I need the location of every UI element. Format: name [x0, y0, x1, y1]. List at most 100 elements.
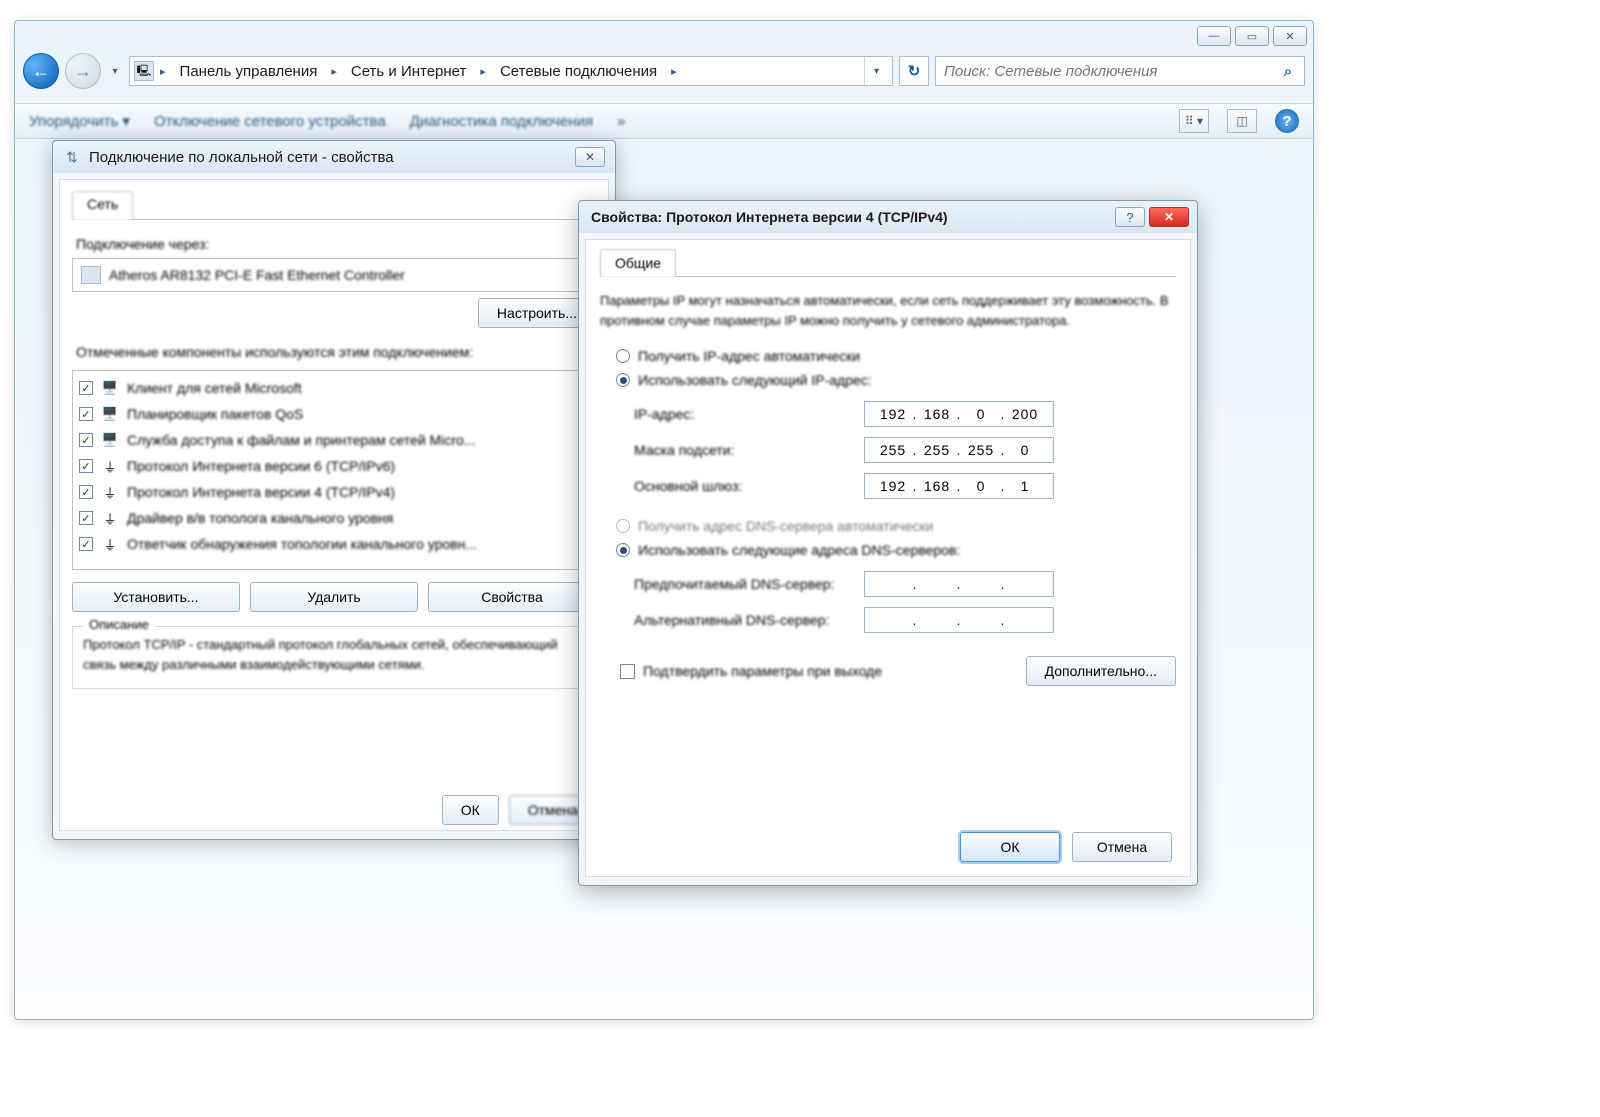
intro-text: Параметры IP могут назначаться автоматич…: [600, 291, 1176, 330]
component-item[interactable]: ✓ ⏚ Ответчик обнаружения топологии канальн…: [79, 531, 589, 557]
minimize-button[interactable]: —: [1197, 26, 1231, 46]
checkbox-icon[interactable]: ✓: [79, 407, 93, 421]
radio-icon: [616, 349, 630, 363]
command-bar: Упорядочить ▾ Отключение сетевого устрой…: [15, 103, 1313, 139]
label-ip-address: IP-адрес:: [634, 406, 864, 422]
ok-button[interactable]: ОК: [960, 832, 1060, 862]
ipv4-properties-dialog: Свойства: Протокол Интернета версии 4 (T…: [578, 200, 1198, 886]
radio-label: Получить IP-адрес автоматически: [638, 348, 860, 364]
breadcrumb-item[interactable]: Сетевые подключения: [492, 63, 665, 80]
close-button[interactable]: ✕: [575, 147, 605, 167]
component-item[interactable]: ✓ 🖥️ Служба доступа к файлам и принтерам с…: [79, 427, 589, 453]
close-button[interactable]: ✕: [1273, 26, 1307, 46]
radio-label: Получить адрес DNS-сервера автоматически: [638, 518, 933, 534]
component-item[interactable]: ✓⏚Протокол Интернета версии 6 (TCP/IPv6): [79, 453, 589, 479]
advanced-button[interactable]: Дополнительно...: [1026, 656, 1176, 686]
maximize-button[interactable]: ▭: [1235, 26, 1269, 46]
component-label: Планировщик пакетов QoS: [127, 406, 303, 422]
component-label: Драйвер в/в тополога канального уровня: [127, 510, 393, 526]
network-icon: ⇅: [63, 148, 81, 166]
tab-general[interactable]: Общие: [600, 249, 676, 277]
input-preferred-dns[interactable]: ...: [864, 571, 1054, 597]
component-item[interactable]: ✓🖥️Клиент для сетей Microsoft: [79, 375, 589, 401]
dialog-body: Общие Параметры IP могут назначаться авт…: [585, 239, 1191, 877]
input-subnet-mask[interactable]: 255.255.255.0: [864, 437, 1054, 463]
chevron-right-icon[interactable]: ▸: [476, 65, 490, 78]
radio-ip-auto[interactable]: Получить IP-адрес автоматически: [616, 348, 1176, 364]
close-button[interactable]: ✕: [1149, 207, 1189, 227]
radio-ip-manual[interactable]: Использовать следующий IP-адрес:: [616, 372, 1176, 388]
cmd-disable-device[interactable]: Отключение сетевого устройства: [154, 113, 386, 130]
help-button[interactable]: ?: [1115, 207, 1145, 227]
cmd-diagnose[interactable]: Диагностика подключения: [410, 113, 593, 130]
breadcrumb-item[interactable]: Панель управления: [172, 63, 326, 80]
checkbox-icon[interactable]: ✓: [79, 433, 93, 447]
radio-icon: [616, 543, 630, 557]
help-icon[interactable]: ?: [1275, 109, 1299, 133]
cmd-overflow[interactable]: »: [617, 113, 625, 130]
description-text: Протокол TCP/IP - стандартный протокол г…: [83, 635, 585, 674]
description-box: Описание Протокол TCP/IP - стандартный п…: [72, 626, 596, 689]
uninstall-button[interactable]: Удалить: [250, 582, 418, 612]
location-icon: 🖳: [134, 61, 154, 81]
component-icon: ⏚: [101, 484, 119, 500]
preview-pane-button[interactable]: ◫: [1227, 109, 1257, 133]
search-icon[interactable]: ⌕: [1278, 61, 1298, 81]
radio-label: Использовать следующие адреса DNS-сервер…: [638, 542, 960, 558]
back-button[interactable]: ←: [23, 53, 59, 89]
tab-strip: Сеть: [72, 190, 596, 220]
dialog-title: Свойства: Протокол Интернета версии 4 (T…: [587, 209, 1115, 225]
chevron-right-icon[interactable]: ▸: [667, 65, 681, 78]
search-input[interactable]: [942, 62, 1278, 81]
component-item[interactable]: ✓🖥️Планировщик пакетов QoS: [79, 401, 589, 427]
component-label: Ответчик обнаружения топологии канальног…: [127, 536, 477, 552]
chevron-right-icon[interactable]: ▸: [156, 65, 170, 78]
component-icon: ⏚: [101, 510, 119, 526]
component-icon: ⏚: [101, 536, 119, 552]
component-icon: ⏚: [101, 458, 119, 474]
radio-icon: [616, 519, 630, 533]
forward-button[interactable]: →: [65, 53, 101, 89]
refresh-button[interactable]: ↻: [899, 56, 929, 86]
connection-properties-dialog: ⇅ Подключение по локальной сети - свойст…: [52, 140, 616, 840]
radio-label: Использовать следующий IP-адрес:: [638, 372, 872, 388]
view-options-button[interactable]: ⠿ ▾: [1179, 109, 1209, 133]
label-preferred-dns: Предпочитаемый DNS-сервер:: [634, 576, 864, 592]
component-item[interactable]: ✓⏚Протокол Интернета версии 4 (TCP/IPv4): [79, 479, 589, 505]
input-alternate-dns[interactable]: ...: [864, 607, 1054, 633]
search-box[interactable]: ⌕: [935, 56, 1305, 86]
checkbox-validate-on-exit[interactable]: [620, 664, 635, 679]
chevron-right-icon[interactable]: ▸: [327, 65, 341, 78]
input-ip-address[interactable]: 192.168.0.200: [864, 401, 1054, 427]
install-button[interactable]: Установить...: [72, 582, 240, 612]
label-subnet-mask: Маска подсети:: [634, 442, 864, 458]
component-label: Клиент для сетей Microsoft: [127, 380, 302, 396]
label-default-gateway: Основной шлюз:: [634, 478, 864, 494]
cmd-organize[interactable]: Упорядочить ▾: [29, 112, 130, 130]
component-item[interactable]: ✓ ⏚ Драйвер в/в тополога канального уровня: [79, 505, 589, 531]
tab-network[interactable]: Сеть: [72, 191, 133, 220]
radio-dns-manual[interactable]: Использовать следующие адреса DNS-сервер…: [616, 542, 1176, 558]
checkbox-icon[interactable]: ✓: [79, 485, 93, 499]
explorer-titlebar: — ▭ ✕: [15, 21, 1313, 51]
label-alternate-dns: Альтернативный DNS-сервер:: [634, 612, 864, 628]
dialog-title: Подключение по локальной сети - свойства: [89, 149, 575, 166]
input-default-gateway[interactable]: 192.168.0.1: [864, 473, 1054, 499]
components-list[interactable]: ✓🖥️Клиент для сетей Microsoft✓🖥️Планиров…: [72, 370, 596, 570]
adapter-icon: [81, 266, 101, 284]
address-bar[interactable]: 🖳 ▸ Панель управления ▸ Сеть и Интернет …: [129, 56, 893, 86]
checkbox-icon[interactable]: ✓: [79, 511, 93, 525]
breadcrumb-item[interactable]: Сеть и Интернет: [343, 63, 475, 80]
checkbox-icon[interactable]: ✓: [79, 459, 93, 473]
properties-button[interactable]: Свойства: [428, 582, 596, 612]
component-label: Служба доступа к файлам и принтерам сете…: [127, 432, 475, 448]
dialog-titlebar: ⇅ Подключение по локальной сети - свойст…: [53, 141, 615, 173]
component-icon: 🖥️: [101, 432, 119, 448]
ok-button[interactable]: ОК: [442, 795, 499, 825]
checkbox-icon[interactable]: ✓: [79, 537, 93, 551]
dialog-body: Сеть Подключение через: Atheros AR8132 P…: [59, 179, 609, 831]
nav-history-dropdown[interactable]: ▾: [107, 56, 123, 86]
cancel-button[interactable]: Отмена: [1072, 832, 1172, 862]
address-dropdown[interactable]: ▾: [864, 57, 888, 85]
checkbox-icon[interactable]: ✓: [79, 381, 93, 395]
